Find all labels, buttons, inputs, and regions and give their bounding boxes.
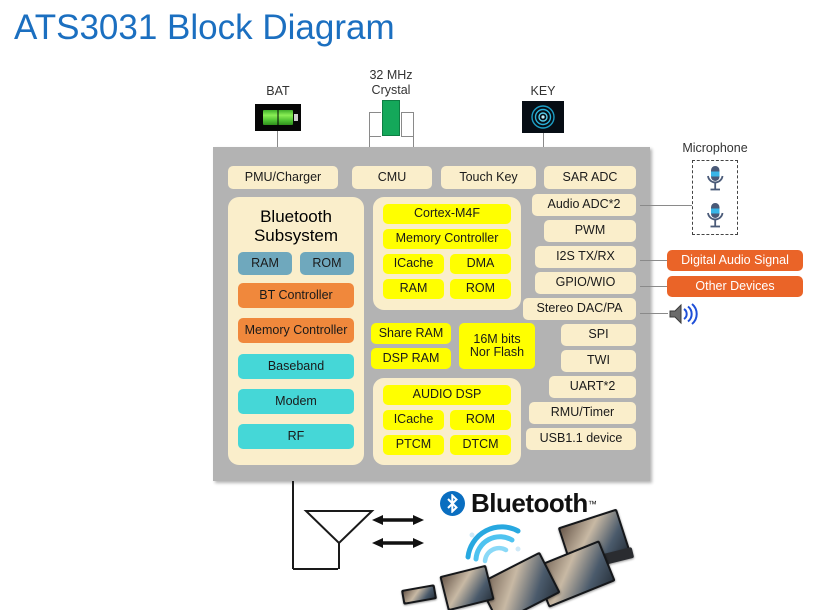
- crystal-lead-right-h: [401, 112, 413, 113]
- key-label: KEY: [530, 84, 556, 98]
- block-i2s-tx-rx[interactable]: I2S TX/RX: [535, 246, 636, 268]
- dsp-group: AUDIO DSP ICache ROM PTCM DTCM: [373, 378, 521, 465]
- battery-icon: [255, 104, 301, 131]
- block-touch-key[interactable]: Touch Key: [441, 166, 536, 189]
- block-bt-memory-controller[interactable]: Memory Controller: [238, 318, 354, 343]
- block-uart[interactable]: UART*2: [549, 376, 636, 398]
- block-rmu-timer[interactable]: RMU/Timer: [529, 402, 636, 424]
- crystal-icon: [382, 100, 400, 136]
- device-cluster: [400, 508, 670, 610]
- wifi-waves-icon: [465, 524, 521, 564]
- bluetooth-subsystem-group: Bluetooth Subsystem RAM ROM BT Controlle…: [228, 197, 364, 465]
- crystal-lead-right-v: [401, 112, 402, 136]
- block-nor-flash[interactable]: 16M bits Nor Flash: [459, 323, 535, 369]
- block-dsp-ram[interactable]: DSP RAM: [371, 348, 451, 369]
- bluetooth-rune: [447, 494, 458, 513]
- block-pwm[interactable]: PWM: [544, 220, 636, 242]
- crystal-lead-right-h2: [401, 136, 413, 137]
- device-phone: [400, 584, 438, 605]
- block-sar-adc[interactable]: SAR ADC: [544, 166, 636, 189]
- block-ptcm[interactable]: PTCM: [383, 435, 444, 455]
- microphone-icon-2: [707, 202, 724, 228]
- block-diagram-page: ATS3031 Block Diagram BAT 32 MHz Crystal…: [0, 0, 829, 610]
- block-rf[interactable]: RF: [238, 424, 354, 449]
- block-bt-controller[interactable]: BT Controller: [238, 283, 354, 308]
- block-cmu[interactable]: CMU: [352, 166, 432, 189]
- antenna-icon: [292, 481, 375, 570]
- block-dsp-icache[interactable]: ICache: [383, 410, 444, 430]
- block-modem[interactable]: Modem: [238, 389, 354, 414]
- microphone-label: Microphone: [682, 141, 748, 155]
- microphone-icon: [707, 166, 724, 191]
- cpu-group: Cortex-M4F Memory Controller ICache DMA …: [373, 197, 521, 310]
- block-dtcm[interactable]: DTCM: [450, 435, 511, 455]
- block-cpu-memory-controller[interactable]: Memory Controller: [383, 229, 511, 249]
- block-spi[interactable]: SPI: [561, 324, 636, 346]
- bluetooth-subsystem-title-line2: Subsystem: [253, 226, 339, 245]
- key-target-glyph: [531, 105, 555, 129]
- key-icon: [522, 101, 564, 133]
- bat-label: BAT: [266, 84, 290, 98]
- gpio-to-external-line: [640, 286, 667, 287]
- microphone-group: [692, 160, 738, 235]
- block-cpu-ram[interactable]: RAM: [383, 279, 444, 299]
- bidirectional-arrow-2: [372, 538, 424, 548]
- block-audio-adc[interactable]: Audio ADC*2: [532, 194, 636, 216]
- bluetooth-subsystem-title-line1: Bluetooth: [260, 207, 332, 226]
- audio-adc-to-mic-line: [640, 205, 692, 206]
- i2s-to-external-line: [640, 260, 667, 261]
- device-tablet-3: [439, 564, 495, 610]
- block-baseband[interactable]: Baseband: [238, 354, 354, 379]
- bluetooth-trademark: ™: [587, 498, 597, 509]
- crystal-label-line2: Crystal: [371, 83, 411, 97]
- bidirectional-arrow-1: [372, 515, 424, 525]
- block-gpio-wio[interactable]: GPIO/WIO: [535, 272, 636, 294]
- soc-chip-container: PMU/Charger CMU Touch Key SAR ADC Blueto…: [213, 147, 650, 481]
- block-pmu-charger[interactable]: PMU/Charger: [228, 166, 338, 189]
- block-cpu-rom[interactable]: ROM: [450, 279, 511, 299]
- dac-to-speaker-line: [640, 313, 668, 314]
- crystal-lead-left-h2: [369, 136, 381, 137]
- block-share-ram[interactable]: Share RAM: [371, 323, 451, 344]
- crystal-label-line1: 32 MHz: [369, 68, 413, 82]
- block-stereo-dac-pa[interactable]: Stereo DAC/PA: [523, 298, 636, 320]
- page-title: ATS3031 Block Diagram: [14, 8, 395, 47]
- block-usb-device[interactable]: USB1.1 device: [526, 428, 636, 450]
- block-cortex-m4f[interactable]: Cortex-M4F: [383, 204, 511, 224]
- bluetooth-mark: [440, 491, 465, 516]
- crystal-lead-left-h: [369, 112, 381, 113]
- block-twi[interactable]: TWI: [561, 350, 636, 372]
- block-bt-rom[interactable]: ROM: [300, 252, 354, 275]
- block-cpu-dma[interactable]: DMA: [450, 254, 511, 274]
- block-cpu-icache[interactable]: ICache: [383, 254, 444, 274]
- block-audio-dsp[interactable]: AUDIO DSP: [383, 385, 511, 405]
- external-digital-audio-signal[interactable]: Digital Audio Signal: [667, 250, 803, 271]
- speaker-icon: [668, 303, 698, 325]
- block-dsp-rom[interactable]: ROM: [450, 410, 511, 430]
- external-other-devices[interactable]: Other Devices: [667, 276, 803, 297]
- block-nor-flash-line2: Nor Flash: [469, 345, 525, 359]
- block-bt-ram[interactable]: RAM: [238, 252, 292, 275]
